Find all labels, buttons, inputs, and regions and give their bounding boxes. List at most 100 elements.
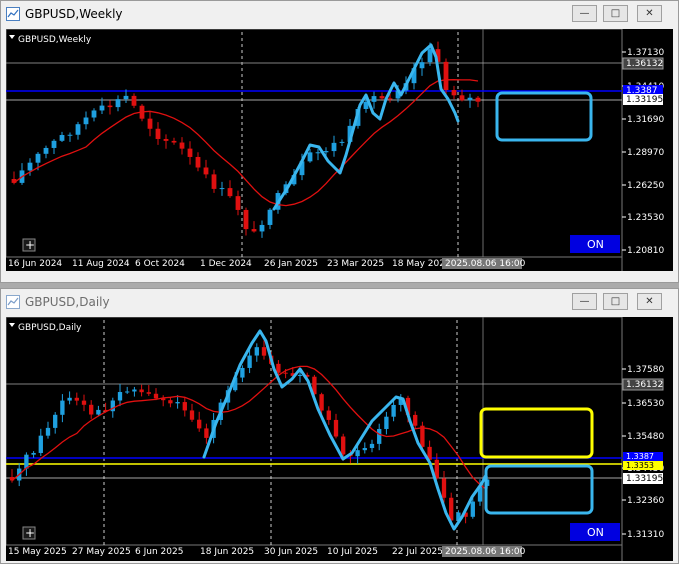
freehand-drawing xyxy=(272,43,460,211)
time-label: 23 Mar 2025 xyxy=(327,259,384,269)
chart-symbol-label: GBPUSD,Daily xyxy=(18,323,82,333)
candle-body xyxy=(99,105,105,111)
candle-body xyxy=(319,394,324,411)
candle-body xyxy=(189,410,195,420)
price-tick: 1.37580 xyxy=(627,365,664,375)
candles-group xyxy=(11,41,481,238)
candle-body xyxy=(53,414,58,428)
candle-body xyxy=(443,61,449,91)
maximize-button[interactable]: □ xyxy=(603,293,628,310)
candle-body xyxy=(27,162,33,171)
time-axis: 15 May 2025 27 May 2025 6 Jun 2025 18 Ju… xyxy=(8,547,443,557)
chart-symbol-label: GBPUSD,Weekly xyxy=(18,35,92,45)
candle-body xyxy=(261,347,267,356)
price-scale: 1.37130 1.34410 1.31690 1.28970 1.26250 … xyxy=(622,48,664,256)
candle-body xyxy=(387,98,393,100)
candle-body xyxy=(297,374,303,376)
candle-body xyxy=(219,188,225,190)
candle-body xyxy=(243,209,249,230)
candle-body xyxy=(413,414,418,426)
candle-body xyxy=(420,425,425,447)
crosshair-time-label: 2025.08.06 16:00 xyxy=(445,259,526,269)
price-tick: 1.37130 xyxy=(627,48,664,58)
candle-body xyxy=(227,188,233,197)
candle-body xyxy=(371,96,377,102)
maximize-button[interactable]: □ xyxy=(603,5,628,22)
price-tag-grey-label: 1.36132 xyxy=(626,59,663,69)
rectangle-annotation-yellow xyxy=(479,407,594,459)
candle-body xyxy=(179,142,185,149)
candle-body xyxy=(391,404,396,417)
plot-frame xyxy=(6,317,623,546)
candle-body xyxy=(51,140,57,148)
candle-body xyxy=(203,167,209,175)
time-label: 18 Jun 2025 xyxy=(200,547,254,557)
candle-body xyxy=(470,501,475,517)
time-label: 22 Jul 2025 xyxy=(392,547,443,557)
on-badge-label: ON xyxy=(587,238,604,251)
candle-body xyxy=(35,153,41,163)
daily-window-title: GBPUSD,Daily xyxy=(25,295,110,309)
daily-chart-window[interactable]: GBPUSD,Daily — □ ✕ GBPUSD,Daily + ON 1.3… xyxy=(0,288,679,564)
chart-window-icon xyxy=(6,295,20,309)
candle-body xyxy=(379,96,385,99)
time-label: 27 May 2025 xyxy=(72,547,131,557)
price-tick: 1.32360 xyxy=(627,496,664,506)
candle-body xyxy=(195,156,201,168)
price-tick: 1.31310 xyxy=(627,530,664,540)
candle-body xyxy=(153,393,159,399)
daily-chart-area[interactable]: GBPUSD,Daily + ON 1.37580 1.36530 1.3548… xyxy=(6,317,673,561)
chart-menu-triangle-icon[interactable] xyxy=(9,35,15,39)
candle-body xyxy=(38,435,43,453)
time-label: 16 Jun 2024 xyxy=(8,259,62,269)
candle-body xyxy=(240,367,245,378)
time-label: 26 Jan 2025 xyxy=(264,259,318,269)
close-button[interactable]: ✕ xyxy=(637,293,662,310)
candle-body xyxy=(67,397,72,401)
candle-body xyxy=(451,90,457,96)
candle-body xyxy=(251,229,257,232)
daily-window-titlebar[interactable]: GBPUSD,Daily — □ ✕ xyxy=(1,289,678,316)
time-axis: 16 Jun 2024 11 Aug 2024 6 Oct 2024 1 Dec… xyxy=(8,259,451,269)
time-label: 10 Jul 2025 xyxy=(327,547,378,557)
candle-body xyxy=(339,141,345,143)
candle-body xyxy=(83,117,89,125)
price-tick: 1.35480 xyxy=(627,432,664,442)
chart-window-icon xyxy=(6,7,20,21)
candle-body xyxy=(307,152,313,162)
close-button[interactable]: ✕ xyxy=(637,5,662,22)
candle-body xyxy=(369,443,375,449)
candle-body xyxy=(211,174,217,189)
price-tick: 1.31690 xyxy=(627,115,664,125)
plus-icon[interactable]: + xyxy=(25,238,35,252)
candle-body xyxy=(283,372,288,374)
candle-body xyxy=(31,452,36,455)
candle-body xyxy=(81,400,87,405)
candle-body xyxy=(163,138,169,141)
plus-icon[interactable]: + xyxy=(25,526,35,540)
weekly-window-titlebar[interactable]: GBPUSD,Weekly — □ ✕ xyxy=(1,1,678,28)
candle-body xyxy=(96,409,101,415)
candle-body xyxy=(254,347,259,356)
price-tick: 1.20810 xyxy=(627,246,664,256)
candle-body xyxy=(362,448,367,451)
daily-price-chart[interactable]: GBPUSD,Daily + ON 1.37580 1.36530 1.3548… xyxy=(6,317,673,561)
price-tag-blue-label: 1.3387 xyxy=(626,452,654,461)
candle-body xyxy=(182,402,187,411)
time-label: 18 May 2025 xyxy=(392,259,451,269)
candle-body xyxy=(267,209,273,225)
weekly-chart-window[interactable]: GBPUSD,Weekly — □ ✕ GBPUSD,Weekly + ON 1… xyxy=(0,0,679,283)
chart-menu-triangle-icon[interactable] xyxy=(9,323,15,327)
candle-body xyxy=(475,97,481,102)
candle-body xyxy=(459,95,465,101)
minimize-button[interactable]: — xyxy=(572,5,597,22)
price-tick: 1.28970 xyxy=(627,148,664,158)
candle-body xyxy=(419,62,425,69)
weekly-price-chart[interactable]: GBPUSD,Weekly + ON 1.37130 1.34410 1.316… xyxy=(6,29,673,271)
candle-body xyxy=(315,152,321,154)
time-label: 6 Oct 2024 xyxy=(135,259,185,269)
minimize-button[interactable]: — xyxy=(572,293,597,310)
rectangle-annotation-blue xyxy=(484,464,594,515)
candle-body xyxy=(168,400,173,404)
weekly-chart-area[interactable]: GBPUSD,Weekly + ON 1.37130 1.34410 1.316… xyxy=(6,29,673,271)
